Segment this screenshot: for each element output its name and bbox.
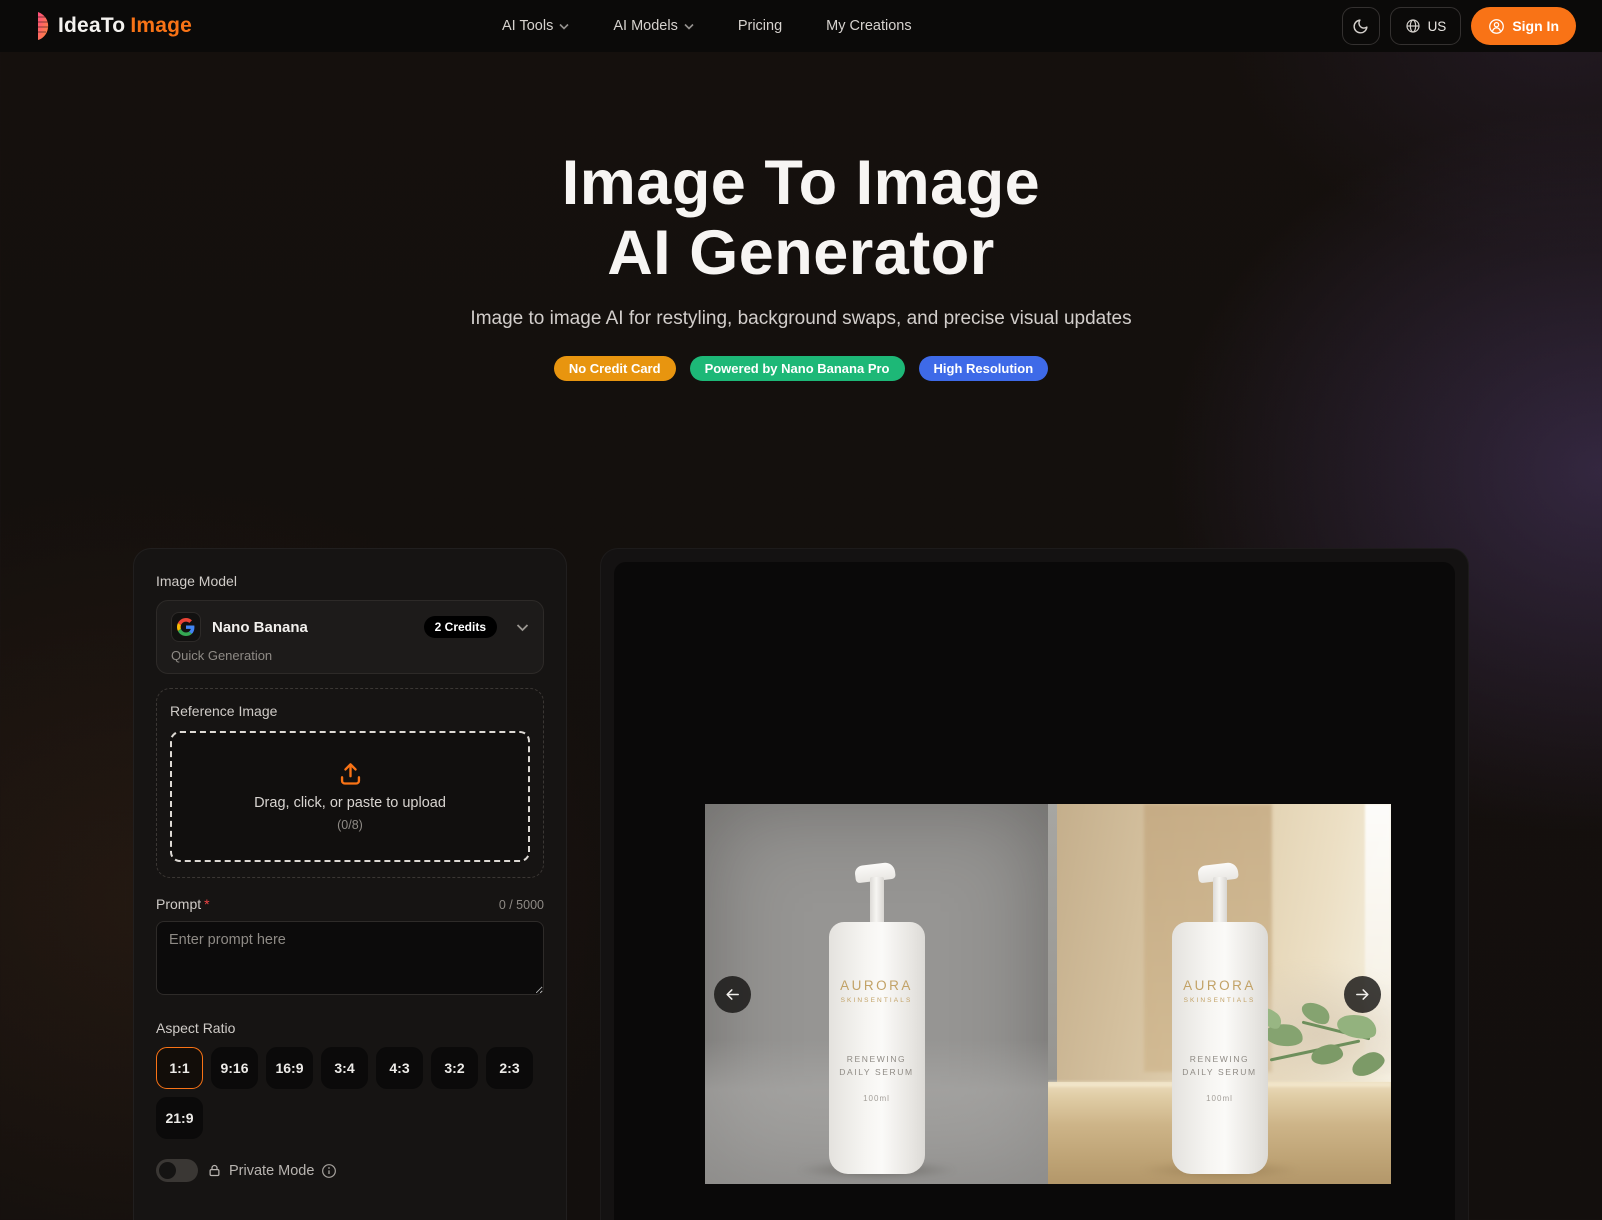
arrow-right-icon [1354, 986, 1371, 1003]
upload-count: (0/8) [337, 818, 363, 832]
badge-row: No Credit Card Powered by Nano Banana Pr… [0, 356, 1602, 381]
page-title-line1: Image To Image [562, 148, 1040, 218]
product-line1: RENEWING [847, 1054, 907, 1064]
hero-section: Image To Image AI Generator Image to ima… [0, 52, 1602, 381]
nav-my-creations-label: My Creations [826, 18, 911, 34]
arrow-left-icon [724, 986, 741, 1003]
lock-icon [207, 1163, 222, 1178]
prompt-input[interactable] [156, 921, 544, 995]
main-nav: AI Tools AI Models Pricing My Creations [502, 18, 1032, 34]
ratio-2-3[interactable]: 2:3 [486, 1047, 533, 1089]
private-mode-label: Private Mode [229, 1163, 314, 1179]
ratio-3-4[interactable]: 3:4 [321, 1047, 368, 1089]
nav-ai-models-label: AI Models [613, 18, 677, 34]
product-brand: AURORA [840, 978, 913, 993]
ratio-3-2[interactable]: 3:2 [431, 1047, 478, 1089]
aspect-ratio-label: Aspect Ratio [156, 1020, 544, 1036]
badge-high-resolution: High Resolution [919, 356, 1049, 381]
locale-button[interactable]: US [1390, 7, 1462, 45]
product-line2: DAILY SERUM [839, 1067, 913, 1077]
brand-name: IdeaToImage [58, 14, 192, 38]
aspect-ratio-group: 1:1 9:16 16:9 3:4 4:3 3:2 2:3 21:9 [156, 1047, 544, 1139]
nav-ai-tools-label: AI Tools [502, 18, 553, 34]
theme-toggle-button[interactable] [1342, 7, 1380, 45]
ratio-4-3[interactable]: 4:3 [376, 1047, 423, 1089]
next-arrow-button[interactable] [1344, 976, 1381, 1013]
before-image: AURORA SKINSENTIALS RENEWING DAILY SERUM… [705, 804, 1048, 1184]
badge-no-credit-card: No Credit Card [554, 356, 676, 381]
page-title-line2: AI Generator [607, 218, 995, 288]
image-model-label: Image Model [156, 573, 544, 589]
after-image: AURORA SKINSENTIALS RENEWING DAILY SERUM… [1048, 804, 1391, 1184]
previous-arrow-button[interactable] [714, 976, 751, 1013]
private-mode-label-group: Private Mode [207, 1163, 337, 1179]
nav-pricing[interactable]: Pricing [738, 18, 782, 34]
before-after-comparison: AURORA SKINSENTIALS RENEWING DAILY SERUM… [705, 804, 1391, 1184]
reference-image-label: Reference Image [170, 703, 530, 719]
product-sub-brand: SKINSENTIALS [1184, 997, 1256, 1004]
ratio-1-1[interactable]: 1:1 [156, 1047, 203, 1089]
nav-ai-models[interactable]: AI Models [613, 18, 693, 34]
model-name: Nano Banana [212, 619, 308, 636]
model-subtitle: Quick Generation [171, 648, 529, 663]
chevron-down-icon [684, 23, 694, 30]
ratio-9-16[interactable]: 9:16 [211, 1047, 258, 1089]
google-icon [171, 612, 201, 642]
sign-in-button[interactable]: Sign In [1471, 7, 1576, 45]
prompt-header: Prompt * 0 / 5000 [156, 896, 544, 912]
generator-settings-panel: Image Model Nano Banana 2 Credits Quick … [133, 548, 567, 1220]
upload-instruction: Drag, click, or paste to upload [254, 795, 446, 811]
user-icon [1488, 18, 1505, 35]
char-counter: 0 / 5000 [499, 898, 544, 912]
navbar-actions: US Sign In [1342, 7, 1576, 45]
private-mode-toggle[interactable] [156, 1159, 198, 1182]
chevron-down-icon [516, 623, 529, 632]
product-size: 100ml [863, 1094, 890, 1103]
product-bottle: AURORA SKINSENTIALS RENEWING DAILY SERUM… [1172, 864, 1268, 1176]
product-bottle: AURORA SKINSENTIALS RENEWING DAILY SERUM… [829, 864, 925, 1176]
preview-panel: AURORA SKINSENTIALS RENEWING DAILY SERUM… [600, 548, 1469, 1220]
product-sub-brand: SKINSENTIALS [841, 997, 913, 1004]
required-asterisk: * [204, 896, 209, 912]
nav-pricing-label: Pricing [738, 18, 782, 34]
credits-badge: 2 Credits [424, 616, 497, 638]
info-icon[interactable] [321, 1163, 337, 1179]
prompt-label: Prompt [156, 896, 201, 912]
top-navbar: IdeaToImage AI Tools AI Models Pricing M… [0, 0, 1602, 52]
badge-powered-by: Powered by Nano Banana Pro [690, 356, 905, 381]
logo[interactable]: IdeaToImage [26, 11, 192, 41]
reference-image-section: Reference Image Drag, click, or paste to… [156, 688, 544, 878]
ratio-16-9[interactable]: 16:9 [266, 1047, 313, 1089]
preview-stage: AURORA SKINSENTIALS RENEWING DAILY SERUM… [614, 562, 1455, 1220]
chevron-down-icon [559, 23, 569, 30]
upload-icon [337, 761, 364, 788]
logo-icon [26, 11, 50, 41]
page-subtitle: Image to image AI for restyling, backgro… [0, 308, 1602, 330]
model-selector[interactable]: Nano Banana 2 Credits Quick Generation [156, 600, 544, 674]
page-title: Image To Image AI Generator [0, 148, 1602, 288]
globe-icon [1405, 18, 1421, 34]
private-mode-row: Private Mode [156, 1159, 544, 1182]
moon-icon [1352, 18, 1369, 35]
nav-my-creations[interactable]: My Creations [826, 18, 911, 34]
locale-label: US [1428, 19, 1447, 34]
product-line2: DAILY SERUM [1182, 1067, 1256, 1077]
upload-dropzone[interactable]: Drag, click, or paste to upload (0/8) [170, 731, 530, 862]
ratio-21-9[interactable]: 21:9 [156, 1097, 203, 1139]
product-line1: RENEWING [1190, 1054, 1250, 1064]
product-size: 100ml [1206, 1094, 1233, 1103]
nav-ai-tools[interactable]: AI Tools [502, 18, 569, 34]
sign-in-label: Sign In [1512, 18, 1559, 34]
product-brand: AURORA [1183, 978, 1256, 993]
